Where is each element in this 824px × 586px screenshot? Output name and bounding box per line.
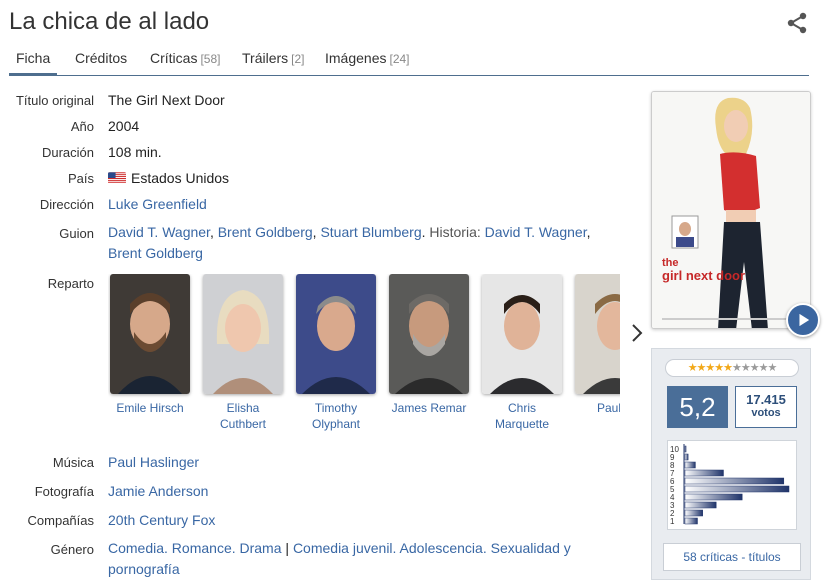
value-companies: 20th Century Fox: [108, 512, 215, 528]
cast-member[interactable]: Timothy Olyphant: [296, 274, 376, 432]
cast-carousel: Emile Hirsch Elisha Cuthbert Timothy Oly…: [108, 274, 620, 436]
histogram-bar: [684, 509, 703, 517]
histogram-bar: [684, 469, 724, 477]
value-year: 2004: [108, 118, 140, 134]
label-companies: Compañías: [27, 513, 94, 528]
label-music: Música: [52, 455, 94, 470]
us-flag-icon: [108, 172, 126, 184]
actor-photo[interactable]: [575, 274, 620, 394]
tab-criticas[interactable]: Críticas [58]: [150, 50, 220, 66]
label-director: Dirección: [39, 197, 94, 212]
histogram-bar: [684, 461, 696, 469]
photography-link[interactable]: Jamie Anderson: [108, 483, 208, 499]
actor-name[interactable]: James Remar: [389, 400, 469, 416]
histogram-bar: [684, 493, 743, 501]
tab-ficha[interactable]: Ficha: [9, 50, 58, 76]
story-writer-link[interactable]: David T. Wagner: [485, 224, 587, 240]
tab-label: Imágenes: [325, 50, 387, 66]
tab-label: Ficha: [16, 50, 51, 66]
label-original-title: Título original: [15, 93, 94, 108]
label-cast: Reparto: [47, 276, 94, 291]
svg-text:girl next door: girl next door: [662, 268, 745, 283]
value-music: Paul Haslinger: [108, 454, 199, 470]
criticas-link[interactable]: 58 críticas - títulos: [663, 543, 801, 571]
story-label: Historia:: [429, 224, 481, 240]
histogram-bar: [684, 517, 698, 525]
story-writer-link[interactable]: Brent Goldberg: [108, 245, 203, 261]
value-genre: Comedia. Romance. Drama | Comedia juveni…: [108, 538, 608, 580]
value-photography: Jamie Anderson: [108, 483, 208, 499]
tab-label: Críticas: [150, 50, 198, 66]
actor-name[interactable]: Emile Hirsch: [110, 400, 190, 416]
actor-photo[interactable]: [110, 274, 190, 394]
rating-histogram: 10 9 8 7 6 5 4 3 2 1: [667, 440, 797, 530]
tab-imagenes[interactable]: Imágenes [24]: [325, 50, 410, 66]
histogram-bar: [684, 453, 689, 461]
company-link[interactable]: 20th Century Fox: [108, 512, 215, 528]
tab-bar: Ficha Créditos Críticas [58] Tráilers [2] …: [9, 44, 809, 76]
tab-label: Tráilers: [242, 50, 289, 66]
vote-count: 17.415 votos: [735, 386, 797, 428]
writer-link[interactable]: David T. Wagner: [108, 224, 210, 240]
histogram-bar: [684, 445, 687, 453]
music-link[interactable]: Paul Haslinger: [108, 454, 199, 470]
writer-link[interactable]: Stuart Blumberg: [320, 224, 421, 240]
share-icon[interactable]: [786, 12, 808, 34]
average-score: 5,2: [667, 386, 728, 428]
cast-member[interactable]: Emile Hirsch: [110, 274, 190, 416]
director-link[interactable]: Luke Greenfield: [108, 196, 207, 212]
actor-name[interactable]: Elisha Cuthbert: [203, 400, 283, 432]
chevron-right-icon[interactable]: [630, 322, 644, 344]
actor-name[interactable]: Paul D: [575, 400, 620, 416]
movie-poster[interactable]: the girl next door: [651, 91, 811, 329]
actor-name[interactable]: Chris Marquette: [482, 400, 562, 432]
rating-panel: ★★★★★★★★★★ 5,2 17.415 votos 10 9 8 7 6 5 4 3 2 1 …: [651, 348, 811, 580]
cast-member[interactable]: Chris Marquette: [482, 274, 562, 432]
value-original-title: The Girl Next Door: [108, 92, 225, 108]
stars-filled-icon: ★★★★★: [687, 362, 733, 374]
tab-label: Créditos: [75, 50, 128, 66]
star-rating: ★★★★★★★★★★: [665, 359, 799, 377]
actor-name[interactable]: Timothy Olyphant: [296, 400, 376, 432]
value-screenplay: David T. Wagner, Brent Goldberg, Stuart …: [108, 224, 591, 261]
actor-photo[interactable]: [296, 274, 376, 394]
stars-empty-icon: ★★★★★: [732, 362, 777, 374]
histogram-bar: [684, 477, 785, 485]
histogram-chart: 10987654321: [670, 444, 790, 526]
actor-photo[interactable]: [203, 274, 283, 394]
tab-trailers[interactable]: Tráilers [2]: [242, 50, 305, 66]
play-icon[interactable]: [786, 303, 820, 337]
votes-label: votos: [751, 407, 781, 419]
value-country: Estados Unidos: [108, 170, 229, 186]
value-director: Luke Greenfield: [108, 196, 207, 212]
cast-member[interactable]: Paul D: [575, 274, 620, 416]
genre-link[interactable]: Comedia. Romance. Drama: [108, 540, 282, 556]
label-photography: Fotografía: [34, 484, 94, 499]
label-duration: Duración: [41, 145, 94, 160]
votes-number: 17.415: [746, 392, 786, 407]
label-country: País: [67, 171, 94, 186]
tab-count: [24]: [389, 52, 410, 66]
genre-separator: |: [285, 540, 290, 556]
actor-photo[interactable]: [389, 274, 469, 394]
label-year: Año: [70, 119, 94, 134]
page-title: La chica de al lado: [9, 8, 210, 35]
tab-count: [58]: [200, 52, 221, 66]
histogram-bar: [684, 485, 790, 493]
tab-count: [2]: [291, 52, 305, 66]
histogram-bar: [684, 501, 717, 509]
writer-link[interactable]: Brent Goldberg: [218, 224, 313, 240]
label-genre: Género: [50, 542, 94, 557]
value-duration: 108 min.: [108, 144, 162, 160]
cast-member[interactable]: James Remar: [389, 274, 469, 416]
actor-photo[interactable]: [482, 274, 562, 394]
histogram-label: 1: [670, 517, 675, 526]
cast-member[interactable]: Elisha Cuthbert: [203, 274, 283, 432]
tab-creditos[interactable]: Créditos: [75, 50, 127, 66]
country-name: Estados Unidos: [131, 170, 230, 186]
label-screenplay: Guion: [59, 226, 94, 241]
